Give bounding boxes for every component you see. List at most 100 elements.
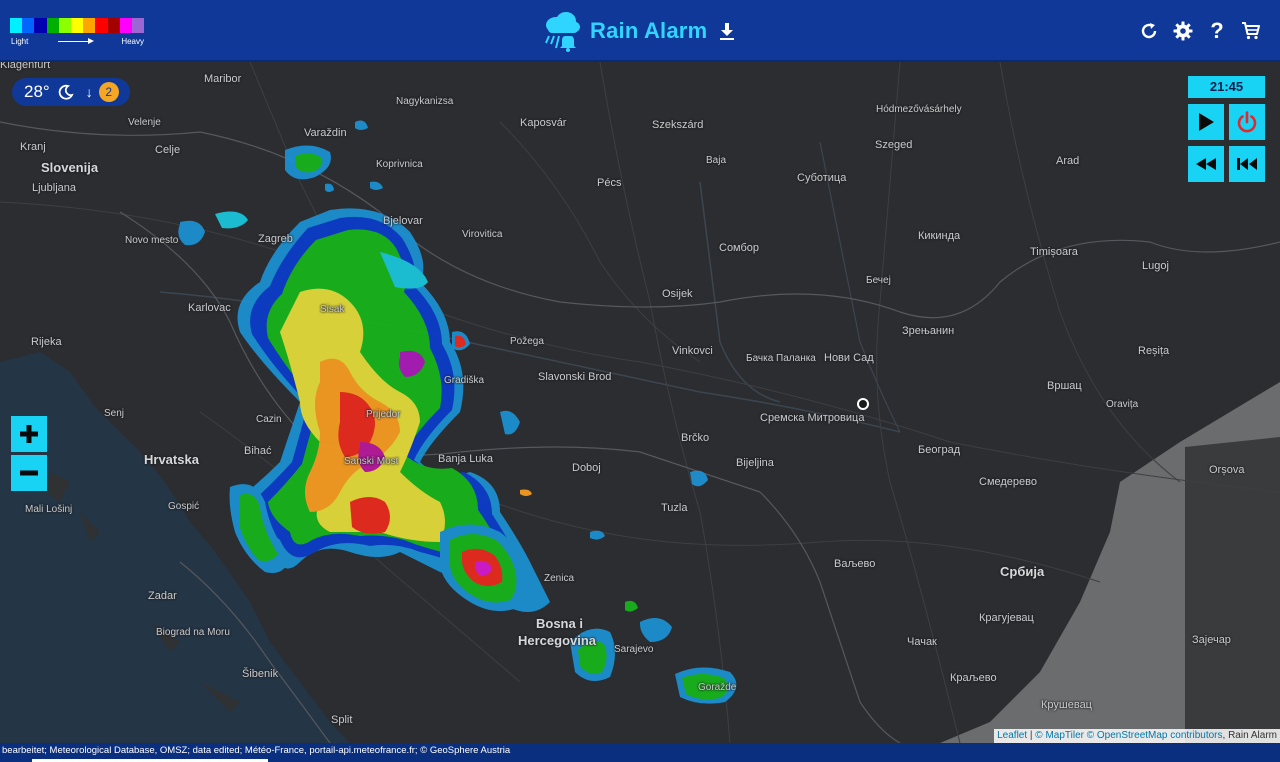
- settings-button[interactable]: [1172, 18, 1194, 44]
- legend-color-swatch: [83, 18, 96, 33]
- precipitation-legend: Light Heavy: [10, 18, 145, 48]
- legend-light-label: Light: [11, 37, 29, 46]
- place-label: Смедерево: [979, 476, 1037, 488]
- download-icon[interactable]: [717, 21, 737, 41]
- place-label: Oravița: [1106, 399, 1139, 410]
- place-label: Bijeljina: [736, 457, 774, 469]
- place-label: Baja: [706, 155, 727, 166]
- legend-color-swatch: [95, 18, 108, 33]
- legend-color-scale: [10, 18, 145, 33]
- rain-alarm-credit: , Rain Alarm: [1222, 730, 1277, 741]
- place-label: Ljubljana: [32, 182, 77, 194]
- place-label: Sanski Most: [344, 456, 399, 467]
- place-label: Velenje: [128, 117, 161, 128]
- cart-icon: [1242, 22, 1260, 40]
- rewind-icon: [1196, 158, 1216, 170]
- legend-arrow-icon: [58, 38, 94, 44]
- place-label: Hódmezővásárhely: [876, 104, 962, 115]
- place-label: Zadar: [148, 590, 177, 602]
- place-label: Vinkovci: [672, 345, 713, 357]
- refresh-button[interactable]: [1138, 18, 1160, 44]
- moon-icon: [58, 84, 74, 100]
- legend-color-swatch: [131, 18, 145, 33]
- legend-color-swatch: [119, 18, 132, 33]
- skip-to-start-icon: [1237, 158, 1257, 170]
- zoom-in-button[interactable]: [11, 416, 47, 452]
- shop-button[interactable]: [1240, 18, 1262, 44]
- zoom-controls: [11, 416, 47, 494]
- legend-color-swatch: [34, 18, 47, 33]
- country-label: Hercegovina: [518, 633, 597, 648]
- place-label: Senj: [104, 408, 125, 419]
- power-icon: [1237, 111, 1257, 133]
- header-actions: ?: [1138, 18, 1262, 44]
- temperature-value: 28°: [24, 82, 50, 101]
- place-label: Mali Lošinj: [25, 504, 73, 515]
- place-label: Сремска Митровица: [760, 412, 865, 424]
- place-label: Крагујевац: [979, 612, 1034, 624]
- radar-layer: [178, 120, 737, 704]
- help-button[interactable]: ?: [1206, 18, 1228, 44]
- rewind-button[interactable]: [1188, 146, 1224, 182]
- place-label: Banja Luka: [438, 453, 494, 465]
- place-label: Gospić: [168, 501, 200, 512]
- place-label: Koprivnica: [376, 159, 423, 170]
- place-label: Lugoj: [1142, 260, 1169, 272]
- place-label: Doboj: [572, 462, 601, 474]
- place-label: Bjelovar: [383, 215, 423, 227]
- rain-alarm-app: Light Heavy Rain Alarm ? Klagenfurt Mari…: [0, 0, 1280, 762]
- place-label: Суботица: [797, 172, 847, 184]
- place-label: Kaposvár: [520, 117, 567, 129]
- place-label: Чачак: [907, 636, 937, 648]
- plus-icon: [20, 425, 38, 443]
- place-label: Zenica: [544, 573, 575, 584]
- app-brand: Rain Alarm: [540, 10, 737, 52]
- place-label: Šibenik: [242, 668, 279, 680]
- place-label: Maribor: [204, 73, 242, 85]
- place-label: Osijek: [662, 288, 693, 300]
- place-label: Сомбор: [719, 242, 760, 254]
- leaflet-link[interactable]: Leaflet: [997, 730, 1027, 741]
- radar-player-controls: 21:45: [1188, 76, 1265, 182]
- place-label: Požega: [510, 336, 544, 347]
- app-header: Light Heavy Rain Alarm ?: [0, 0, 1280, 62]
- place-label: Нови Сад: [824, 352, 874, 364]
- place-label: Gradiška: [444, 375, 485, 386]
- refresh-icon: [1141, 23, 1157, 39]
- place-label: Београд: [918, 444, 961, 456]
- minus-icon: [20, 470, 38, 476]
- zoom-out-button[interactable]: [11, 455, 47, 491]
- place-label: Бечеј: [866, 275, 891, 286]
- country-label: Hrvatska: [144, 452, 199, 467]
- place-label: Timișoara: [1030, 246, 1078, 258]
- maptiler-link[interactable]: © MapTiler: [1035, 730, 1084, 741]
- place-label: Varaždin: [304, 127, 347, 139]
- legend-heavy-label: Heavy: [121, 37, 144, 46]
- play-button[interactable]: [1188, 104, 1224, 140]
- place-label: Крушевац: [1041, 699, 1092, 711]
- osm-link[interactable]: © OpenStreetMap contributors: [1087, 730, 1223, 741]
- radar-map[interactable]: Klagenfurt Maribor Nagykanizsa Hódmezővá…: [0, 62, 1280, 743]
- legend-color-swatch: [10, 18, 23, 33]
- place-label: Celje: [155, 144, 181, 156]
- radar-time-display: 21:45: [1188, 76, 1265, 98]
- place-label: Зајечар: [1192, 634, 1231, 646]
- current-location-marker[interactable]: [857, 398, 869, 410]
- power-button[interactable]: [1229, 104, 1265, 140]
- place-label: Prijedor: [366, 409, 401, 420]
- place-label: Zagreb: [258, 233, 293, 245]
- place-label: Sisak: [320, 304, 345, 315]
- place-label: Вршац: [1047, 380, 1082, 392]
- place-label: Rijeka: [31, 336, 62, 348]
- current-weather-pill[interactable]: 28° ↓ 2: [12, 78, 130, 106]
- place-label: Klagenfurt: [0, 62, 51, 71]
- place-label: Nagykanizsa: [396, 96, 454, 107]
- map-attribution: Leaflet | © MapTiler © OpenStreetMap con…: [994, 729, 1280, 743]
- alert-count-badge: 2: [98, 82, 119, 102]
- place-label: Biograd na Moru: [156, 627, 230, 638]
- place-label: Tuzla: [661, 502, 688, 514]
- play-icon: [1199, 113, 1214, 131]
- place-label: Split: [331, 714, 353, 726]
- legend-color-swatch: [107, 18, 120, 33]
- skip-to-start-button[interactable]: [1229, 146, 1265, 182]
